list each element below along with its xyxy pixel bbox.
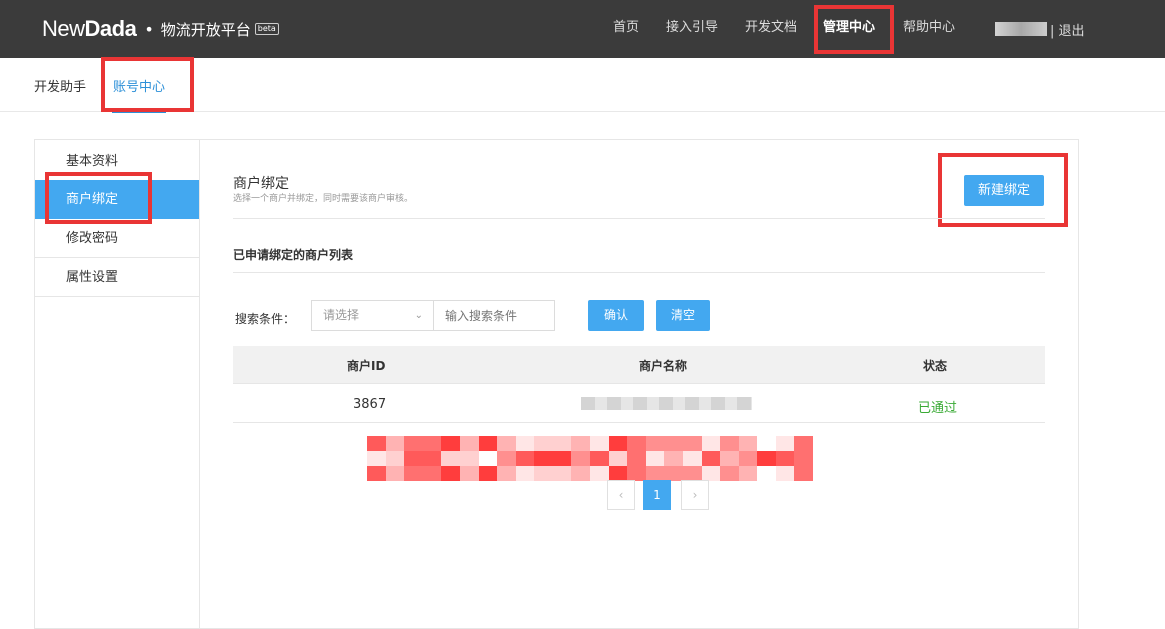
pagination-prev[interactable]: ‹ [607, 480, 635, 510]
subnav-active-indicator [112, 110, 166, 113]
search-label: 搜索条件： [235, 312, 296, 326]
pagination-page[interactable]: 1 [643, 480, 671, 510]
clear-button[interactable]: 清空 [656, 300, 710, 331]
sidebar-item-change-password[interactable]: 修改密码 [35, 219, 199, 258]
sidebar-item-basic-info[interactable]: 基本资料 [35, 142, 199, 181]
new-binding-button[interactable]: 新建绑定 [964, 175, 1044, 206]
merchant-id-cell: 3867 [353, 397, 387, 412]
logo-subtitle: 物流开放平台 [160, 20, 251, 39]
column-header-name: 商户名称 [639, 359, 688, 373]
page-subtitle: 选择一个商户并绑定，同时需要该商户审核。 [233, 194, 414, 204]
column-header-status: 状态 [923, 359, 948, 373]
status-badge: 已通过 [918, 401, 958, 416]
chevron-down-icon: ⌄ [414, 310, 423, 321]
sidebar-item-attribute-settings[interactable]: 属性设置 [35, 258, 199, 297]
beta-badge: beta [254, 23, 279, 35]
page-title: 商户绑定 [233, 176, 289, 192]
nav-help-center[interactable]: 帮助中心 [903, 20, 955, 36]
sub-navbar [0, 58, 1165, 112]
redacted-notice [367, 436, 813, 481]
nav-home[interactable]: 首页 [613, 20, 639, 36]
confirm-button[interactable]: 确认 [588, 300, 644, 331]
merchant-name-redacted [581, 397, 752, 410]
nav-dev-docs[interactable]: 开发文档 [745, 20, 797, 36]
title-divider [233, 218, 1045, 219]
logo-new-text: New [42, 16, 85, 41]
pagination-next[interactable]: › [681, 480, 709, 510]
sidebar-divider [199, 139, 200, 629]
subnav-account-center[interactable]: 账号中心 [113, 76, 165, 95]
nav-management-center[interactable]: 管理中心 [823, 20, 875, 36]
search-select-value: 请选择 [323, 308, 360, 322]
search-input[interactable] [433, 300, 555, 331]
logo[interactable]: New Dada • 物流开放平台 beta [42, 16, 279, 42]
logout-link[interactable]: | 退出 [1050, 20, 1085, 39]
column-header-id: 商户ID [347, 359, 386, 373]
logo-dada-text: Dada [84, 16, 137, 41]
section-divider [233, 272, 1045, 273]
search-select[interactable]: 请选择 ⌄ [311, 300, 434, 331]
nav-integration-guide[interactable]: 接入引导 [666, 20, 718, 36]
list-title: 已申请绑定的商户列表 [233, 248, 354, 262]
subnav-dev-assistant[interactable]: 开发助手 [34, 76, 86, 95]
logo-dot: • [144, 19, 154, 39]
sidebar-item-merchant-binding[interactable]: 商户绑定 [35, 180, 199, 219]
username-redacted [995, 22, 1047, 36]
